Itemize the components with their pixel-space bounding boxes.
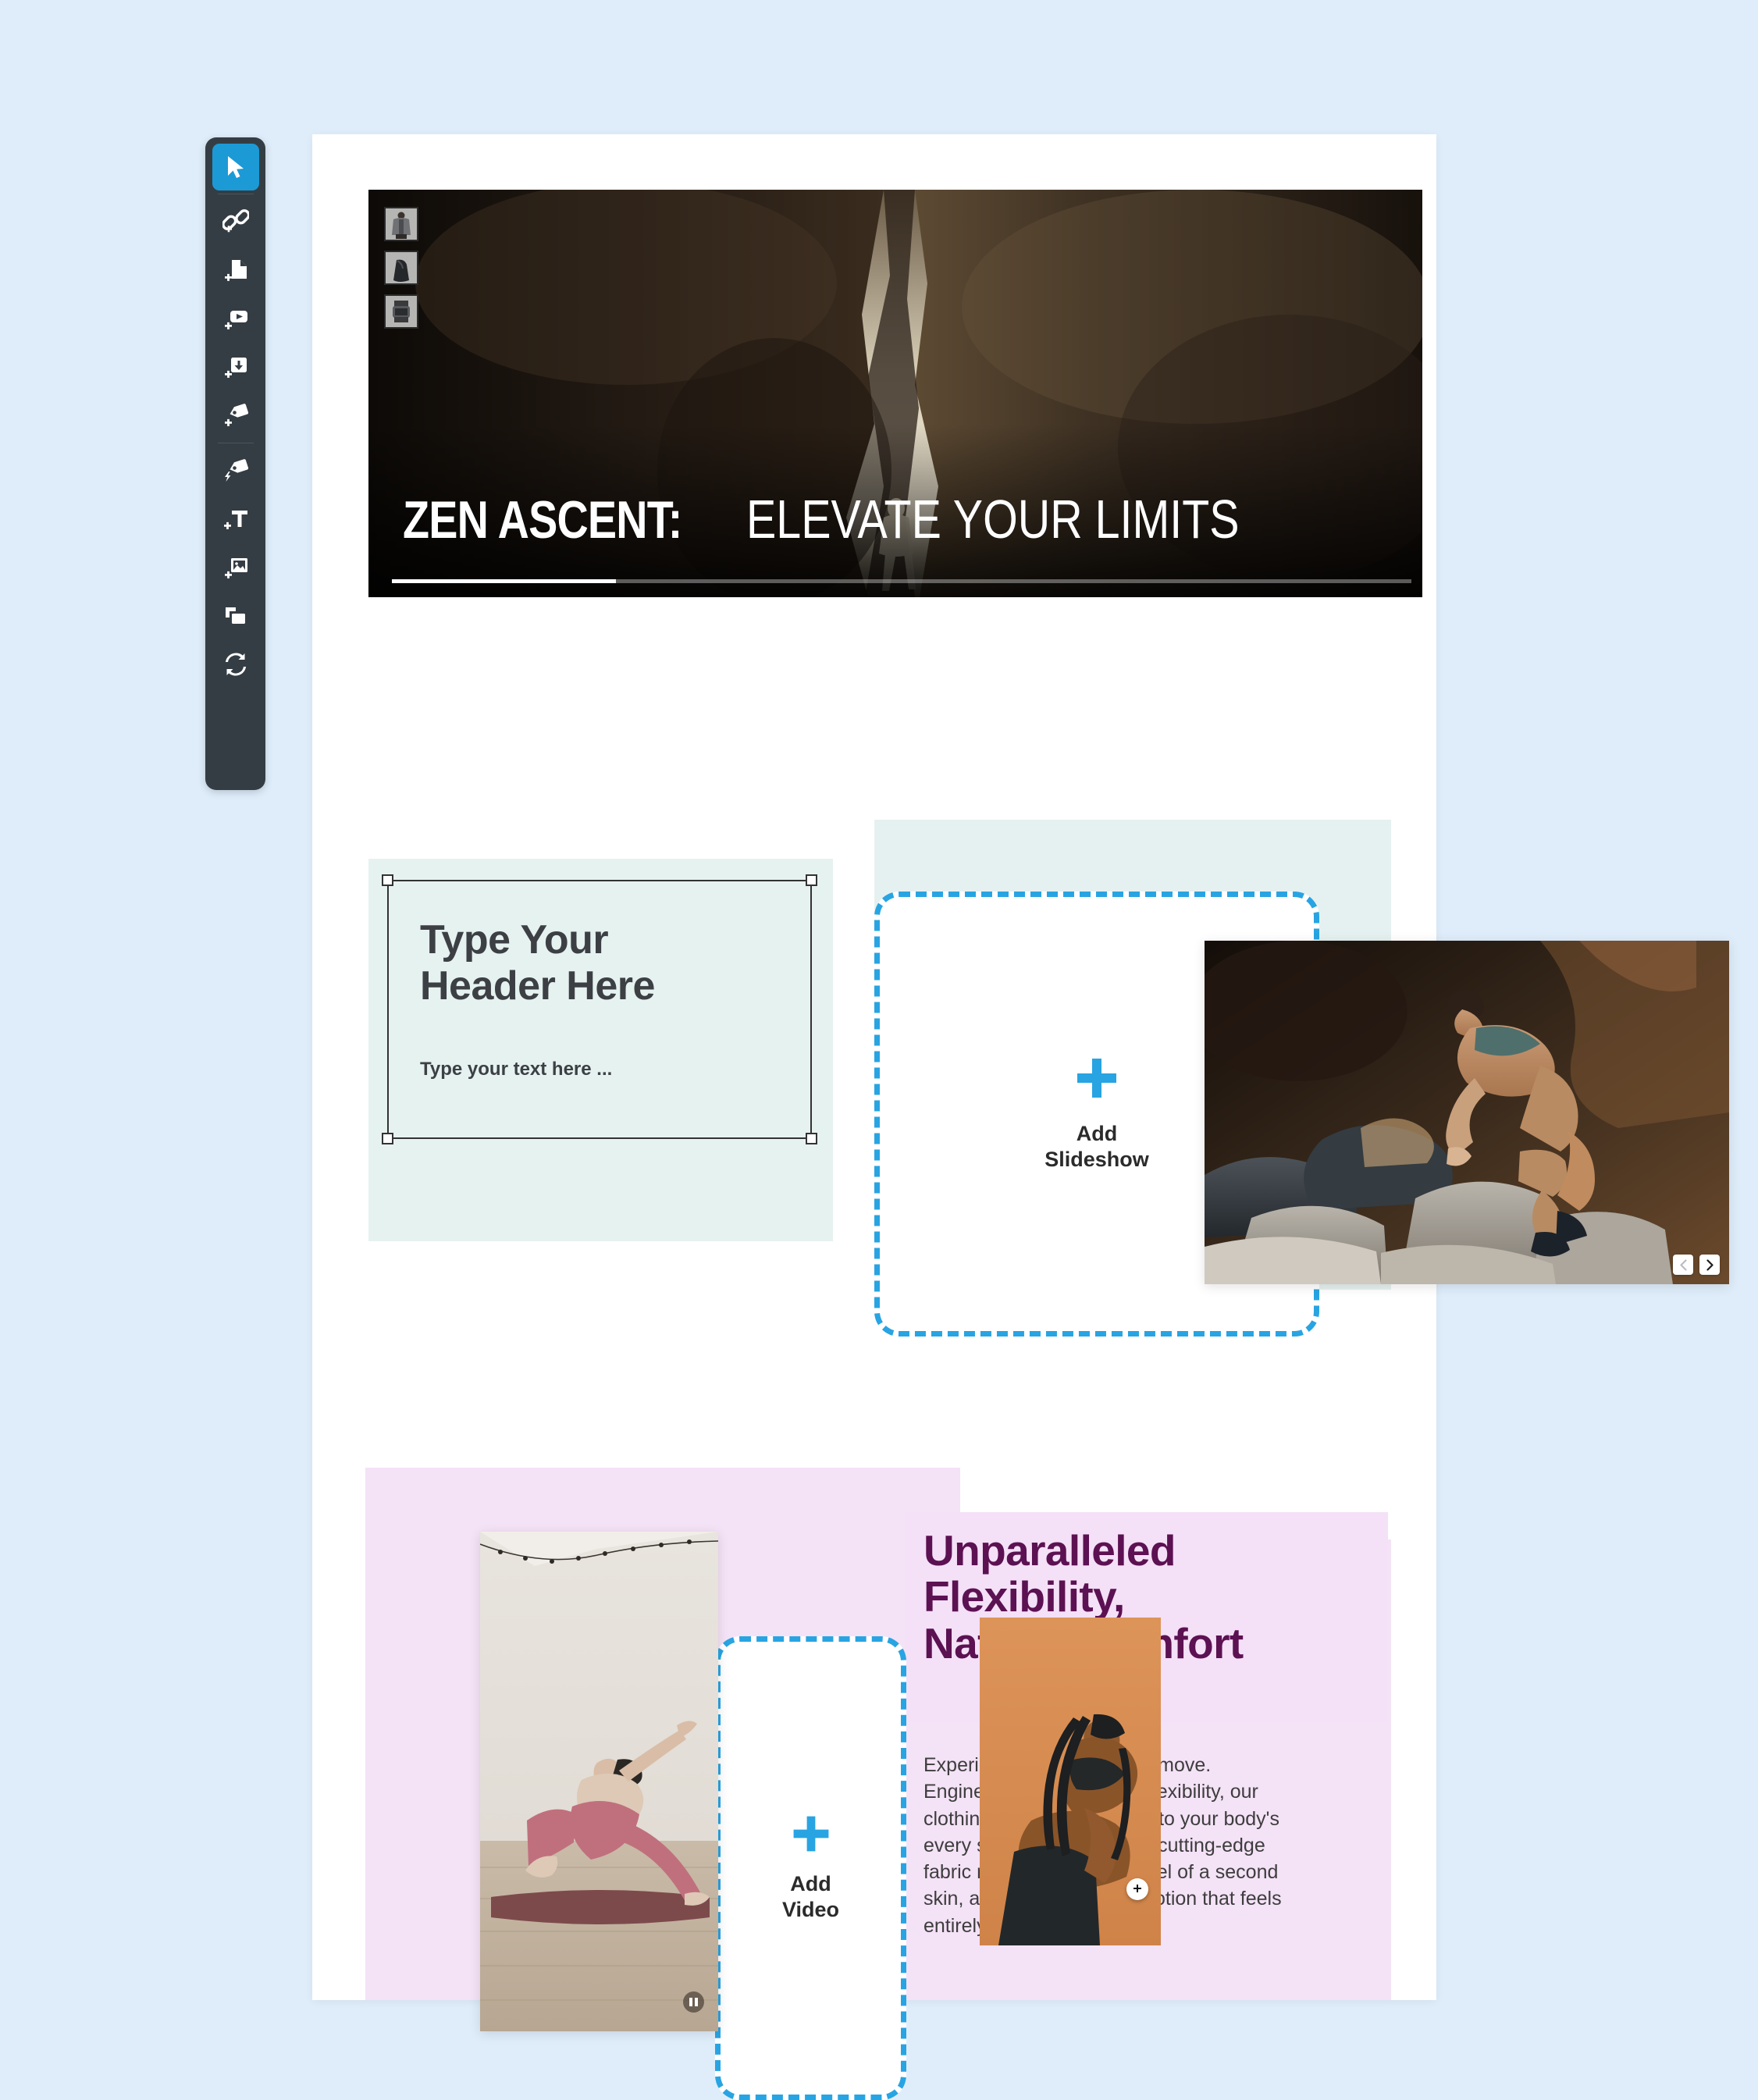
hero-title-light: ELEVATE YOUR LIMITS (746, 489, 1240, 550)
boulder-climber-photo (1205, 941, 1729, 1284)
hero-product-thumbnails[interactable] (384, 207, 418, 329)
hoodie-thumbnail[interactable] (384, 207, 418, 241)
add-tag-icon (224, 404, 248, 426)
watch-icon (386, 296, 417, 327)
add-link-icon (222, 209, 249, 233)
refresh-replace-icon (225, 653, 246, 676)
slideshow-next-button[interactable] (1699, 1255, 1720, 1275)
yoga-video-card[interactable] (480, 1532, 718, 2031)
hoodie-icon (386, 208, 417, 240)
feature-heading-line2: Flexibility, (923, 1572, 1125, 1621)
add-download-icon (224, 358, 247, 378)
selected-text-block[interactable]: Type Your Header Here Type your text her… (382, 874, 817, 1144)
bag-icon (386, 252, 417, 283)
add-video-icon (224, 311, 247, 329)
feature-heading-line1: Unparalleled (923, 1526, 1176, 1575)
add-video-label-line2: Video (781, 1898, 840, 1921)
text-block-heading[interactable]: Type Your Header Here (420, 917, 748, 1009)
resize-handle-bottom-left[interactable] (382, 1133, 393, 1144)
tool-select[interactable] (212, 144, 259, 190)
editor-canvas[interactable]: ZEN ASCENT: ELEVATE YOUR LIMITS Type You… (312, 134, 1729, 2100)
editor-toolbar[interactable] (205, 137, 265, 790)
text-block-body[interactable]: Type your text here ... (420, 1059, 612, 1080)
chevron-right-icon (1706, 1258, 1714, 1271)
tool-add-tag[interactable] (212, 391, 259, 440)
resize-handle-top-left[interactable] (382, 874, 393, 886)
tool-duplicate[interactable] (212, 592, 259, 640)
tool-add-image[interactable] (212, 543, 259, 592)
plus-icon (1074, 1055, 1119, 1101)
slideshow-prev-button[interactable] (1673, 1255, 1693, 1275)
tool-add-link[interactable] (212, 198, 259, 246)
yoga-lunge-video-frame (480, 1532, 718, 2031)
add-video-placeholder[interactable]: Add Video (715, 1636, 906, 2100)
tool-add-text[interactable] (212, 495, 259, 543)
add-text-icon (223, 511, 247, 529)
add-slideshow-label-line1: Add (1076, 1122, 1118, 1146)
hero-progress-bar[interactable] (392, 579, 1411, 583)
resize-handle-bottom-right[interactable] (806, 1133, 817, 1144)
bag-thumbnail[interactable] (384, 251, 418, 285)
add-slideshow-label-line2: Slideshow (1044, 1148, 1149, 1171)
plus-icon (1133, 1885, 1141, 1892)
plus-icon (791, 1813, 831, 1854)
tool-add-page[interactable] (212, 246, 259, 294)
add-video-label-line1: Add (790, 1872, 831, 1896)
chevron-left-icon (1679, 1258, 1687, 1271)
image-hotspot-add-button[interactable] (1126, 1878, 1148, 1900)
tool-add-video[interactable] (212, 294, 259, 343)
slideshow-nav[interactable] (1673, 1255, 1720, 1275)
add-page-icon (224, 260, 247, 281)
add-image-icon (224, 558, 247, 578)
hero-banner[interactable]: ZEN ASCENT: ELEVATE YOUR LIMITS (368, 190, 1422, 597)
duplicate-icon (225, 607, 245, 624)
tool-replace[interactable] (212, 640, 259, 689)
watch-thumbnail[interactable] (384, 294, 418, 329)
slideshow-image-card[interactable] (1205, 941, 1729, 1284)
orange-image-card[interactable] (980, 1618, 1161, 1945)
hero-title: ZEN ASCENT: ELEVATE YOUR LIMITS (403, 488, 1347, 550)
hero-title-bold: ZEN ASCENT: (403, 490, 682, 550)
hotspot-tag-icon (224, 459, 248, 482)
tool-hotspot-tag[interactable] (212, 447, 259, 495)
tool-add-download[interactable] (212, 343, 259, 391)
cursor-arrow-icon (227, 156, 244, 178)
video-pause-button[interactable] (683, 1991, 704, 2013)
resize-handle-top-right[interactable] (806, 874, 817, 886)
